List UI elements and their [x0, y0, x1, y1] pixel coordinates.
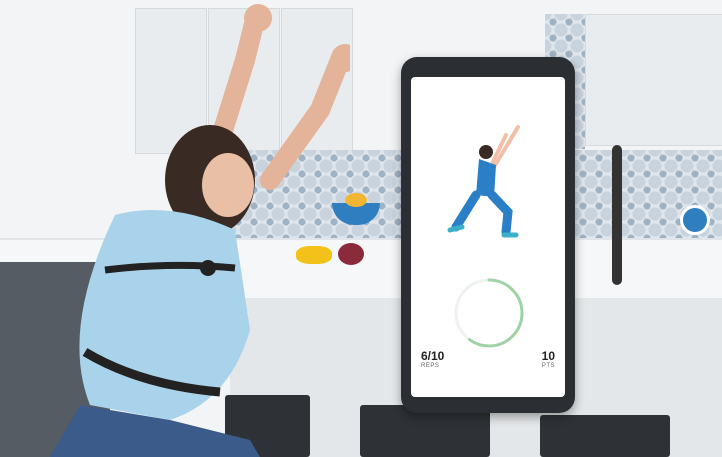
person-exercising	[50, 4, 350, 457]
phone-device: 6/10 REPS 10 PTS	[401, 57, 575, 413]
stool-right	[540, 415, 670, 457]
points-value: 10	[541, 349, 555, 363]
progress-ring	[454, 278, 524, 348]
clock-icon	[680, 205, 710, 235]
points-label: PTS	[541, 363, 555, 369]
reps-value: 6/10	[421, 349, 445, 363]
faucet	[612, 145, 622, 285]
app-screen: 6/10 REPS 10 PTS	[411, 77, 565, 397]
points-stat: 10 PTS	[542, 349, 555, 369]
reps-stat: 6/10 REPS	[421, 349, 444, 369]
upper-cabinet-far-right	[585, 14, 722, 146]
kitchen-scene: 6/10 REPS 10 PTS	[0, 0, 722, 457]
lunge-figure-icon	[447, 125, 520, 238]
reps-label: REPS	[421, 363, 440, 369]
